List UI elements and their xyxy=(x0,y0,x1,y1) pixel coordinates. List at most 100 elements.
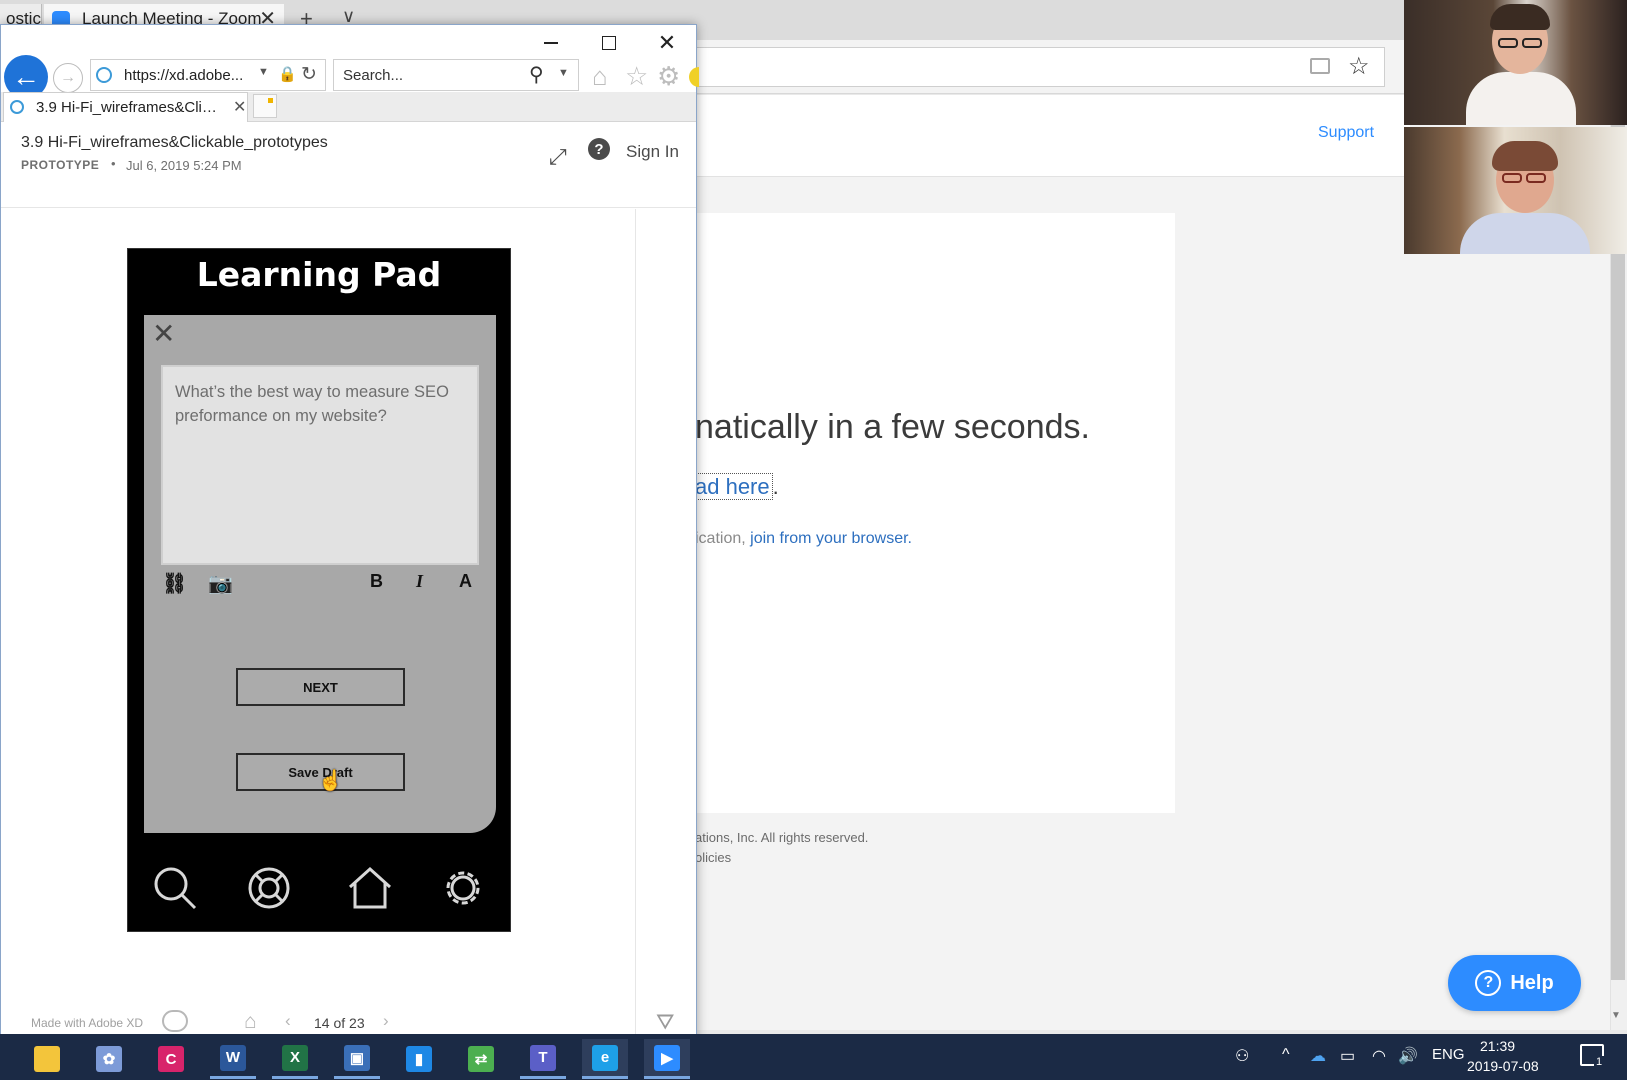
paint-icon: ✿ xyxy=(96,1046,122,1072)
search-placeholder: Search... xyxy=(343,67,404,84)
join-prefix: ication, xyxy=(695,530,751,547)
phone-prototype: Learning Pad ✕ What’s the best way to me… xyxy=(127,248,511,932)
join-from-browser-link[interactable]: join from your browser. xyxy=(750,530,912,547)
refresh-icon[interactable]: ↻ xyxy=(301,63,317,86)
ie-page-icon xyxy=(96,67,112,83)
sign-in-link[interactable]: Sign In xyxy=(626,142,679,162)
document-title: 3.9 Hi-Fi_wireframes&Clickable_prototype… xyxy=(21,134,328,151)
participant-video-1[interactable] xyxy=(1404,0,1627,125)
word-icon: W xyxy=(220,1044,246,1071)
new-tab-button[interactable] xyxy=(253,94,277,118)
teams-icon: T xyxy=(530,1044,556,1071)
onedrive-cloud-icon[interactable]: ☁ xyxy=(1310,1046,1326,1066)
ie-tab-row: 3.9 Hi-Fi_wireframes&Click... ✕ xyxy=(1,92,696,122)
home-icon[interactable]: ⌂ xyxy=(592,61,608,92)
reading-view-icon[interactable] xyxy=(1310,58,1330,74)
next-button[interactable]: NEXT xyxy=(236,668,405,706)
nav-settings-gear-icon[interactable] xyxy=(440,865,486,911)
taskbar-teams-button[interactable]: T xyxy=(520,1039,566,1079)
prototype-home-icon[interactable]: ⌂ xyxy=(244,1010,257,1034)
link-icon[interactable]: ⛓ xyxy=(162,571,187,596)
background-address-field[interactable] xyxy=(695,47,1385,87)
nav-search-icon[interactable] xyxy=(152,865,198,911)
copyright-text: ations, Inc. All rights reserved. xyxy=(695,830,869,845)
favorite-star-icon[interactable]: ☆ xyxy=(1348,52,1370,81)
search-dropdown-icon[interactable]: ▼ xyxy=(558,67,569,79)
taskbar-word-button[interactable]: W xyxy=(210,1039,256,1079)
wifi-icon[interactable]: ◠ xyxy=(1372,1046,1386,1066)
ie-page-icon xyxy=(10,100,24,114)
scroll-down-icon[interactable]: ▼ xyxy=(1611,1010,1621,1021)
close-tab-icon[interactable]: ✕ xyxy=(233,97,246,117)
ie-window: ✕ ← → https://xd.adobe... ▼ 🔒 ↻ Search..… xyxy=(0,24,699,1059)
next-screen-chevron-icon[interactable]: › xyxy=(383,1011,389,1031)
tab-title: 3.9 Hi-Fi_wireframes&Click... xyxy=(36,99,224,116)
participant-body xyxy=(1460,213,1590,254)
tools-gear-icon[interactable]: ⚙ xyxy=(657,61,680,92)
internet-explorer-icon: e xyxy=(592,1044,618,1071)
nav-home-icon[interactable] xyxy=(347,865,393,911)
participant-hair xyxy=(1490,4,1550,30)
italic-button[interactable]: I xyxy=(416,571,423,592)
taskbar-app-c-button[interactable]: C xyxy=(148,1039,194,1079)
fullscreen-expand-icon[interactable]: ⤢ xyxy=(549,144,567,170)
download-suffix: . xyxy=(772,474,779,499)
policies-link[interactable]: olicies xyxy=(695,850,731,865)
taskbar-excel-button[interactable]: X xyxy=(272,1039,318,1079)
taskbar-app-book-button[interactable]: ▮ xyxy=(396,1039,442,1079)
search-icon[interactable]: ⚲ xyxy=(529,62,544,87)
document-date: Jul 6, 2019 5:24 PM xyxy=(126,158,242,173)
comments-panel: ⛛ xyxy=(635,209,696,1039)
taskbar-remote-desktop-button[interactable]: ▣ xyxy=(334,1039,380,1079)
taskbar-zoom-button[interactable]: ▶ xyxy=(644,1039,690,1079)
glasses xyxy=(1526,173,1546,183)
screen-counter: 14 of 23 xyxy=(314,1015,365,1031)
hand-cursor-icon: ☝ xyxy=(318,770,343,792)
help-button-label: Help xyxy=(1510,971,1554,994)
language-indicator[interactable]: ENG xyxy=(1432,1046,1465,1063)
background-address-bar xyxy=(695,40,1410,94)
volume-icon[interactable]: 🔊 xyxy=(1398,1046,1418,1066)
question-textarea[interactable]: What’s the best way to measure SEO prefo… xyxy=(161,365,479,565)
made-with-adobe-xd[interactable]: Made with Adobe XD xyxy=(31,1016,143,1030)
help-button[interactable]: ? Help xyxy=(1448,955,1581,1011)
taskbar-internet-explorer-button[interactable]: e xyxy=(582,1039,628,1079)
forward-button[interactable]: → xyxy=(53,63,83,93)
camera-icon[interactable]: 📷 xyxy=(208,571,233,596)
people-icon[interactable]: ⚇ xyxy=(1235,1046,1249,1066)
help-icon[interactable]: ? xyxy=(588,138,610,160)
show-hidden-icons-chevron-icon[interactable]: ^ xyxy=(1282,1046,1290,1064)
address-dropdown-icon[interactable]: ▼ xyxy=(258,66,269,78)
creative-cloud-icon xyxy=(162,1010,188,1032)
address-text: https://xd.adobe... xyxy=(124,67,244,84)
battery-icon[interactable]: ▭ xyxy=(1340,1046,1355,1066)
question-modal: ✕ What’s the best way to measure SEO pre… xyxy=(144,315,496,833)
nav-lifebuoy-icon[interactable] xyxy=(246,865,292,911)
participant-video-2[interactable] xyxy=(1404,127,1627,254)
lock-icon[interactable]: 🔒 xyxy=(278,65,297,83)
search-input[interactable]: Search... ⚲ ▼ xyxy=(333,59,579,91)
font-button[interactable]: A xyxy=(459,571,472,592)
help-circle-icon: ? xyxy=(1475,970,1502,996)
navigation-bar: ← → https://xd.adobe... ▼ 🔒 ↻ Search... … xyxy=(1,53,699,99)
glasses xyxy=(1522,38,1542,48)
support-link[interactable]: Support xyxy=(1318,124,1374,142)
comment-flag-icon[interactable]: ⛛ xyxy=(656,1009,674,1035)
network-app-icon: ⇄ xyxy=(468,1046,494,1072)
taskbar-paint-button[interactable]: ✿ xyxy=(86,1039,132,1079)
close-icon[interactable]: ✕ xyxy=(152,317,175,350)
taskbar-network-app-button[interactable]: ⇄ xyxy=(458,1039,504,1079)
feedback-smiley-icon[interactable] xyxy=(689,67,699,87)
xd-header: 3.9 Hi-Fi_wireframes&Clickable_prototype… xyxy=(1,122,696,208)
remote-desktop-icon: ▣ xyxy=(344,1044,370,1071)
address-field[interactable]: https://xd.adobe... ▼ 🔒 ↻ xyxy=(90,59,326,91)
favorites-star-icon[interactable]: ☆ xyxy=(625,61,648,92)
download-link[interactable]: ad here xyxy=(695,473,773,500)
clock-date[interactable]: 2019-07-08 xyxy=(1467,1058,1539,1074)
tab-xd-prototype[interactable]: 3.9 Hi-Fi_wireframes&Click... ✕ xyxy=(3,92,248,122)
taskbar-file-explorer-button[interactable] xyxy=(24,1039,70,1079)
clock-time[interactable]: 21:39 xyxy=(1480,1038,1515,1054)
previous-screen-chevron-icon[interactable]: ‹ xyxy=(285,1011,291,1031)
bold-button[interactable]: B xyxy=(370,571,383,592)
participant-body xyxy=(1466,72,1576,125)
